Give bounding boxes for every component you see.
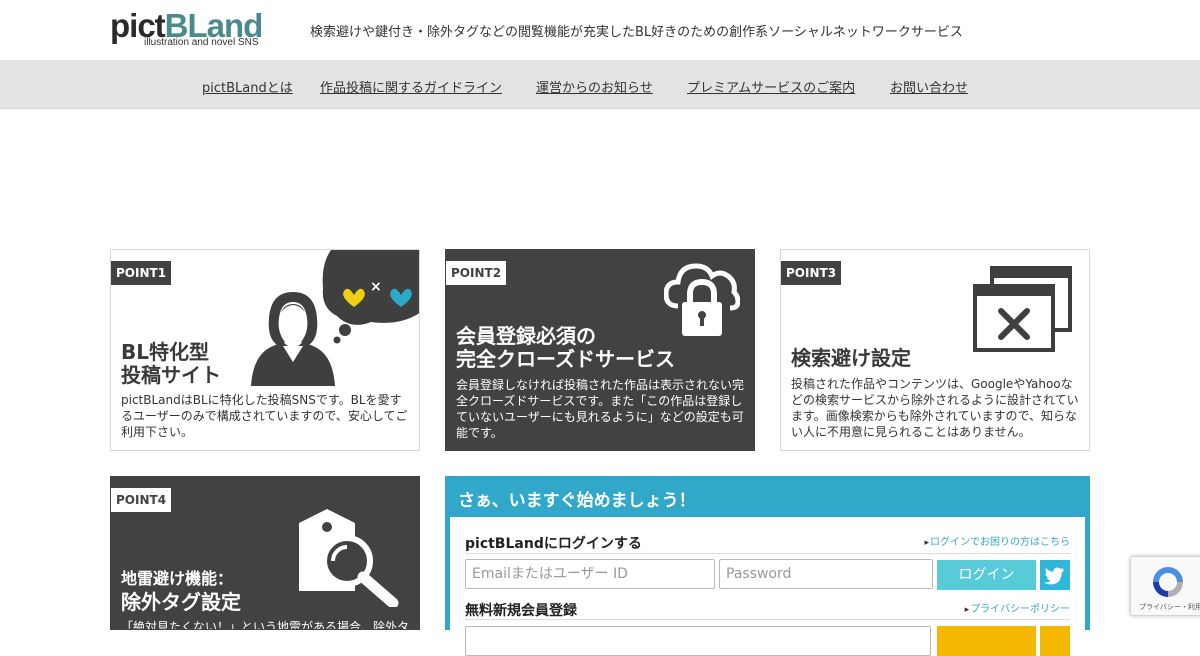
recaptcha-icon [1153,567,1183,597]
nav-item-guidelines[interactable]: 作品投稿に関するガイドライン [320,77,502,96]
email-input[interactable]: Emailまたはユーザー ID [465,559,715,589]
recaptcha-badge[interactable]: プライバシー・利用規約 [1130,556,1200,616]
point-badge: POINT3 [781,261,842,285]
register-field[interactable] [465,626,931,656]
start-panel: さぁ、いますぐ始めましょう！ pictBLandにログインする ログインでお困り… [445,476,1090,656]
point-title-line2: 投稿サイト [121,363,221,387]
login-button[interactable]: ログイン [937,560,1036,590]
site-tagline: 検索避けや鍵付き・除外タグなどの閲覧機能が充実したBL好きのための創作系ソーシャ… [310,25,963,40]
point-badge: POINT1 [111,261,172,285]
register-alt-button[interactable] [1040,626,1070,656]
recaptcha-text: プライバシー・利用規約 [1139,603,1200,611]
twitter-bird-icon [1044,567,1064,585]
point-card-3: POINT3 検索避け設定 投稿された作品やコンテンツは、GoogleやYaho… [780,249,1090,451]
nav-item-news[interactable]: 運営からのお知らせ [536,77,653,96]
register-title: 無料新規会員登録 [465,603,577,619]
cloud-lock-icon [664,263,740,336]
person-thinking-hearts-icon: × [251,250,419,386]
login-form: pictBLandにログインする ログインでお困りの方はこちら Emailまたは… [450,517,1085,656]
point-card-1: POINT1 × BL特化型 投稿サイト pictBLandはBLに特化した投稿… [110,249,420,451]
point-badge: POINT4 [111,488,172,512]
point-card-2: POINT2 会員登録必須の 完全クローズドサービス 会員登録しなければ投稿され… [445,249,755,451]
blocked-windows-icon [973,266,1072,352]
point-description: 投稿された作品やコンテンツは、GoogleやYahooなどの検索サービスから除外… [791,377,1079,439]
password-input[interactable]: Password [719,559,933,589]
point-description: pictBLandはBLに特化した投稿SNSです。BLを愛するユーザーのみで構成… [121,393,408,439]
register-button[interactable] [937,626,1036,656]
divider [465,619,1070,620]
logo-subtitle: illustration and novel SNS [144,37,259,48]
nav-item-premium[interactable]: プレミアムサービスのご案内 [687,77,855,96]
point-description: 「絶対見たくない！」という地雷がある場合、除外タ [121,620,410,630]
nav-item-contact[interactable]: お問い合わせ [890,77,968,96]
start-title: さぁ、いますぐ始めましょう！ [458,491,696,511]
nav-item-about[interactable]: pictBLandとは [202,77,293,96]
site-header: pictBLand illustration and novel SNS 検索避… [0,0,1200,60]
twitter-login-button[interactable] [1040,560,1070,590]
login-title: pictBLandにログインする [465,536,642,552]
point-title-line1: 会員登録必須の [456,324,596,348]
point-description: 会員登録しなければ投稿された作品は表示されない完全クローズドサービスです。また「… [456,378,745,440]
site-logo[interactable]: pictBLand illustration and novel SNS [110,8,263,50]
login-help-link[interactable]: ログインでお困りの方はこちら [924,533,1070,548]
point-title-line2: 完全クローズドサービス [456,347,675,371]
point-title-line1: 地雷避け機能： [121,569,234,588]
main-nav: pictBLandとは 作品投稿に関するガイドライン 運営からのお知らせ プレミ… [0,60,1200,109]
svg-text:×: × [370,279,382,295]
point-title: 検索避け設定 [791,346,911,370]
point-badge: POINT2 [446,261,507,285]
point-title-line1: BL特化型 [121,340,209,364]
divider [465,553,1070,554]
point-title-line2: 除外タグ設定 [121,590,241,614]
privacy-policy-link[interactable]: プライバシーポリシー [965,600,1070,615]
point-card-4: POINT4 地雷避け機能： 除外タグ設定 「絶対見たくない！」という地雷がある… [110,476,420,630]
tag-search-icon [299,509,399,607]
